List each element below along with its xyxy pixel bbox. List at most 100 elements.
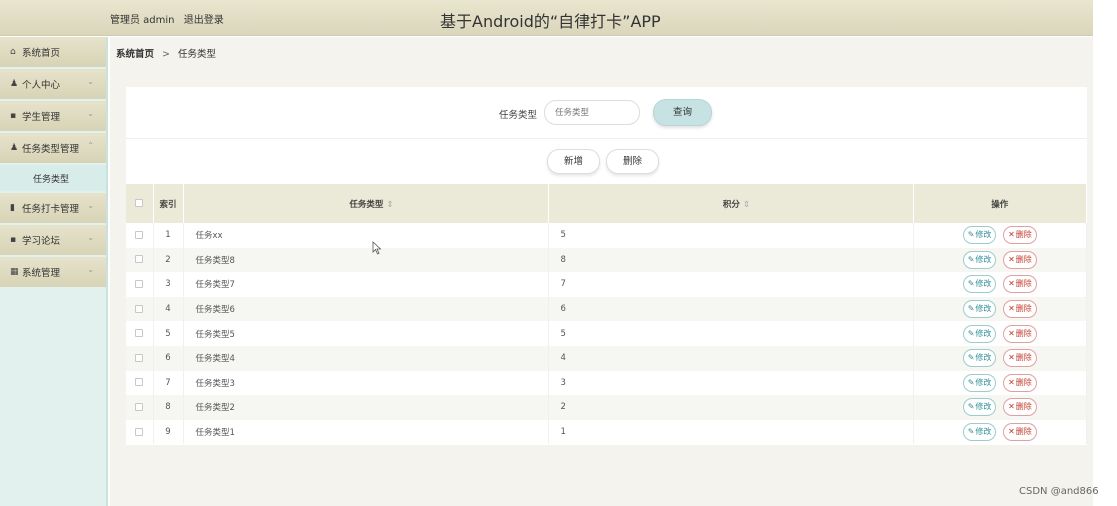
row-actions: ✎修改 ✕删除 — [913, 370, 1087, 396]
breadcrumb: 系统首页 > 任务类型 — [116, 46, 216, 60]
sidebar-item-students[interactable]: ▪ 学生管理 ⌄ — [0, 101, 106, 131]
delete-label: 删除 — [1015, 377, 1032, 387]
pencil-icon: ✎ — [967, 353, 975, 363]
row-index: 4 — [153, 296, 184, 322]
delete-button[interactable]: ✕删除 — [1003, 226, 1037, 245]
table-row: 3 任务类型7 7 ✎修改 ✕删除 — [126, 272, 1087, 297]
breadcrumb-home[interactable]: 系统首页 — [116, 49, 154, 60]
row-actions: ✎修改 ✕删除 — [913, 345, 1087, 371]
sidebar-subitem-task-type[interactable]: 任务类型 — [0, 165, 106, 191]
row-actions: ✎修改 ✕删除 — [913, 395, 1087, 420]
table-row: 6 任务类型4 4 ✎修改 ✕删除 — [126, 345, 1087, 371]
sidebar-item-system[interactable]: ▦ 系统管理 ⌄ — [0, 257, 106, 287]
delete-label: 删除 — [1015, 254, 1032, 264]
search-bar: 任务类型 查询 — [126, 87, 1087, 139]
watermark: CSDN @and866 — [1019, 486, 1099, 497]
sidebar-item-home[interactable]: ⌂ 系统首页 — [0, 37, 106, 67]
search-input[interactable] — [544, 100, 640, 125]
row-checkbox[interactable] — [135, 230, 144, 239]
edit-button[interactable]: ✎修改 — [962, 275, 997, 294]
table-row: 1 任务xx 5 ✎修改 ✕删除 — [126, 223, 1087, 248]
row-name: 任务类型3 — [183, 370, 549, 396]
admin-label: 管理员 admin — [110, 15, 175, 26]
pencil-icon: ✎ — [967, 304, 975, 314]
row-select-cell — [126, 321, 154, 346]
close-icon: ✕ — [1008, 279, 1015, 289]
chevron-down-icon: ⌄ — [87, 109, 94, 118]
logout-link[interactable]: 退出登录 — [184, 15, 224, 26]
grid-icon: ▪ — [10, 235, 17, 245]
row-score: 1 — [548, 419, 914, 445]
edit-button[interactable]: ✎修改 — [962, 349, 997, 368]
row-checkbox[interactable] — [135, 255, 144, 264]
row-checkbox[interactable] — [135, 378, 144, 387]
mouse-cursor-icon — [372, 241, 382, 255]
sidebar-item-checkin[interactable]: ▮ 任务打卡管理 ⌄ — [0, 193, 106, 223]
sidebar-item-label: 系统管理 — [22, 268, 61, 279]
edit-button[interactable]: ✎修改 — [962, 373, 997, 392]
sidebar-item-personal[interactable]: ♟ 个人中心 ⌄ — [0, 69, 106, 99]
row-actions: ✎修改 ✕删除 — [913, 247, 1087, 273]
row-checkbox[interactable] — [135, 402, 144, 411]
table-row: 4 任务类型6 6 ✎修改 ✕删除 — [126, 296, 1087, 322]
table-row: 2 任务类型8 8 ✎修改 ✕删除 — [126, 247, 1087, 273]
row-actions: ✎修改 ✕删除 — [913, 419, 1087, 445]
delete-label: 删除 — [1015, 402, 1032, 412]
pencil-icon: ✎ — [967, 254, 975, 264]
row-index: 6 — [153, 345, 184, 371]
pencil-icon: ✎ — [967, 230, 975, 240]
close-icon: ✕ — [1008, 328, 1015, 338]
row-score: 4 — [548, 345, 914, 371]
sort-icon: ⇕ — [742, 199, 751, 210]
column-header-score[interactable]: 积分 ⇕ — [548, 184, 914, 223]
row-index: 9 — [153, 419, 184, 445]
search-label: 任务类型 — [499, 110, 538, 121]
row-name: 任务类型2 — [183, 395, 549, 420]
edit-button[interactable]: ✎修改 — [962, 423, 997, 442]
delete-button[interactable]: ✕删除 — [1003, 398, 1037, 417]
delete-button[interactable]: ✕删除 — [1003, 250, 1037, 269]
row-checkbox[interactable] — [135, 353, 144, 362]
sidebar: ⌂ 系统首页 ♟ 个人中心 ⌄ ▪ 学生管理 ⌄ ♟ 任务类型管理 ⌃ 任务类型… — [0, 37, 108, 506]
delete-button[interactable]: ✕删除 — [1003, 349, 1037, 368]
delete-button[interactable]: ✕删除 — [1003, 275, 1037, 294]
user-area: 管理员 admin 退出登录 — [110, 11, 230, 26]
delete-button[interactable]: ✕删除 — [1003, 423, 1037, 442]
delete-label: 删除 — [1015, 279, 1032, 289]
sidebar-item-forum[interactable]: ▪ 学习论坛 ⌄ — [0, 225, 106, 255]
row-select-cell — [126, 419, 154, 445]
edit-button[interactable]: ✎修改 — [962, 226, 997, 245]
edit-button[interactable]: ✎修改 — [962, 398, 997, 417]
edit-button[interactable]: ✎修改 — [962, 324, 997, 343]
delete-button[interactable]: ✕删除 — [1003, 373, 1037, 392]
sidebar-item-label: 任务打卡管理 — [22, 204, 80, 215]
row-select-cell — [126, 370, 154, 396]
batch-delete-button[interactable]: 删除 — [606, 149, 659, 174]
delete-button[interactable]: ✕删除 — [1003, 300, 1037, 319]
search-button[interactable]: 查询 — [653, 99, 712, 126]
row-index: 3 — [153, 272, 184, 297]
edit-button[interactable]: ✎修改 — [962, 250, 997, 269]
row-index: 1 — [153, 223, 184, 248]
close-icon: ✕ — [1008, 304, 1015, 314]
row-select-cell — [126, 395, 154, 420]
row-score: 3 — [548, 370, 914, 396]
row-checkbox[interactable] — [135, 304, 144, 313]
row-actions: ✎修改 ✕删除 — [913, 296, 1087, 322]
column-header-name[interactable]: 任务类型 ⇕ — [183, 184, 549, 223]
pencil-icon: ✎ — [967, 377, 975, 387]
select-all-checkbox[interactable] — [135, 199, 144, 207]
sidebar-subitem-label: 任务类型 — [33, 174, 70, 185]
close-icon: ✕ — [1008, 230, 1015, 240]
delete-button[interactable]: ✕删除 — [1003, 324, 1037, 343]
edit-button[interactable]: ✎修改 — [962, 300, 997, 319]
add-button[interactable]: 新增 — [547, 149, 600, 174]
row-checkbox[interactable] — [135, 279, 144, 288]
close-icon: ✕ — [1008, 427, 1015, 437]
chevron-down-icon: ⌄ — [87, 201, 94, 210]
sidebar-item-task-types[interactable]: ♟ 任务类型管理 ⌃ — [0, 133, 106, 163]
row-checkbox[interactable] — [135, 329, 144, 338]
row-checkbox[interactable] — [135, 427, 144, 436]
select-all-header — [126, 184, 154, 223]
row-score: 6 — [548, 296, 914, 322]
